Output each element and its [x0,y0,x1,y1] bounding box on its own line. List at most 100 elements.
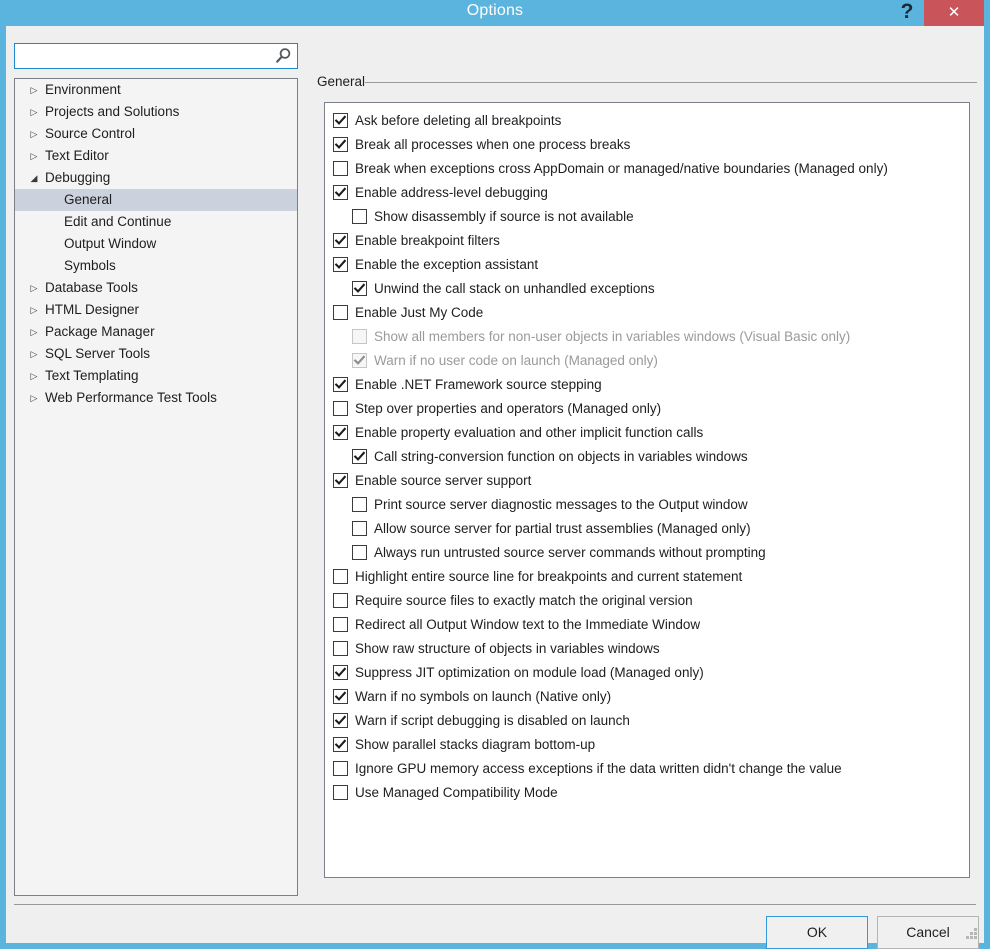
option-label: Break all processes when one process bre… [325,133,969,157]
checkbox-unchecked[interactable] [333,617,348,632]
checkbox-checked[interactable] [333,425,348,440]
option-row[interactable]: Enable property evaluation and other imp… [325,421,969,445]
option-row[interactable]: Ignore GPU memory access exceptions if t… [325,757,969,781]
option-row[interactable]: Show parallel stacks diagram bottom-up [325,733,969,757]
option-row[interactable]: Warn if no user code on launch (Managed … [325,349,969,373]
checkbox-checked[interactable] [333,713,348,728]
checkbox-unchecked[interactable] [352,497,367,512]
option-label: Enable .NET Framework source stepping [325,373,969,397]
tree-item-label: Edit and Continue [15,211,297,233]
option-row[interactable]: Enable Just My Code [325,301,969,325]
option-row[interactable]: Redirect all Output Window text to the I… [325,613,969,637]
tree-item-text-templating[interactable]: ▷Text Templating [15,365,297,387]
checkbox-checked[interactable] [352,281,367,296]
category-tree[interactable]: ▷Environment▷Projects and Solutions▷Sour… [14,78,298,896]
option-row[interactable]: Show disassembly if source is not availa… [325,205,969,229]
tree-item-edit-and-continue[interactable]: Edit and Continue [15,211,297,233]
option-row[interactable]: Enable the exception assistant [325,253,969,277]
checkbox-unchecked[interactable] [333,785,348,800]
cancel-button[interactable]: Cancel [877,916,979,949]
option-row[interactable]: Call string-conversion function on objec… [325,445,969,469]
chevron-right-icon[interactable]: ▷ [27,343,41,365]
checkbox-unchecked[interactable] [333,761,348,776]
option-row[interactable]: Unwind the call stack on unhandled excep… [325,277,969,301]
checkbox-checked[interactable] [333,185,348,200]
chevron-down-icon[interactable]: ◢ [27,167,41,189]
option-row[interactable]: Always run untrusted source server comma… [325,541,969,565]
option-row[interactable]: Show all members for non-user objects in… [325,325,969,349]
search-box[interactable] [14,43,298,69]
tree-item-database-tools[interactable]: ▷Database Tools [15,277,297,299]
checkbox-unchecked[interactable] [333,593,348,608]
checkbox-checked[interactable] [333,257,348,272]
option-row[interactable]: Use Managed Compatibility Mode [325,781,969,805]
search-icon[interactable] [273,46,293,66]
checkbox-unchecked [352,329,367,344]
option-label: Show all members for non-user objects in… [325,325,969,349]
chevron-right-icon[interactable]: ▷ [27,79,41,101]
chevron-right-icon[interactable]: ▷ [27,101,41,123]
ok-button[interactable]: OK [766,916,868,949]
chevron-right-icon[interactable]: ▷ [27,365,41,387]
tree-item-projects-and-solutions[interactable]: ▷Projects and Solutions [15,101,297,123]
tree-item-source-control[interactable]: ▷Source Control [15,123,297,145]
tree-item-output-window[interactable]: Output Window [15,233,297,255]
checkbox-checked[interactable] [333,689,348,704]
option-row[interactable]: Suppress JIT optimization on module load… [325,661,969,685]
option-row[interactable]: Warn if script debugging is disabled on … [325,709,969,733]
checkbox-checked[interactable] [333,737,348,752]
tree-item-general[interactable]: General [15,189,297,211]
checkbox-unchecked[interactable] [352,545,367,560]
chevron-right-icon[interactable]: ▷ [27,123,41,145]
checkbox-checked[interactable] [333,137,348,152]
chevron-right-icon[interactable]: ▷ [27,387,41,409]
tree-item-environment[interactable]: ▷Environment [15,79,297,101]
chevron-right-icon[interactable]: ▷ [27,299,41,321]
option-row[interactable]: Warn if no symbols on launch (Native onl… [325,685,969,709]
checkbox-checked[interactable] [352,449,367,464]
tree-item-web-performance-test-tools[interactable]: ▷Web Performance Test Tools [15,387,297,409]
chevron-right-icon[interactable]: ▷ [27,145,41,167]
search-input[interactable] [15,44,271,68]
title-bar: Options ? ✕ [6,0,984,26]
chevron-right-icon[interactable]: ▷ [27,321,41,343]
checkbox-unchecked[interactable] [333,161,348,176]
tree-item-debugging[interactable]: ◢Debugging [15,167,297,189]
tree-item-package-manager[interactable]: ▷Package Manager [15,321,297,343]
tree-item-label: Package Manager [15,321,297,343]
checkbox-unchecked[interactable] [333,641,348,656]
option-row[interactable]: Enable source server support [325,469,969,493]
tree-item-html-designer[interactable]: ▷HTML Designer [15,299,297,321]
tree-item-symbols[interactable]: Symbols [15,255,297,277]
option-row[interactable]: Enable .NET Framework source stepping [325,373,969,397]
checkbox-unchecked[interactable] [352,209,367,224]
tree-item-text-editor[interactable]: ▷Text Editor [15,145,297,167]
checkbox-unchecked[interactable] [333,569,348,584]
checkbox-checked[interactable] [333,377,348,392]
options-list[interactable]: Ask before deleting all breakpointsBreak… [324,102,970,878]
option-row[interactable]: Break when exceptions cross AppDomain or… [325,157,969,181]
checkbox-unchecked[interactable] [333,401,348,416]
checkbox-unchecked[interactable] [333,305,348,320]
close-button[interactable]: ✕ [924,0,984,26]
option-row[interactable]: Step over properties and operators (Mana… [325,397,969,421]
option-row[interactable]: Break all processes when one process bre… [325,133,969,157]
option-label: Warn if script debugging is disabled on … [325,709,969,733]
tree-item-sql-server-tools[interactable]: ▷SQL Server Tools [15,343,297,365]
option-row[interactable]: Enable breakpoint filters [325,229,969,253]
checkbox-unchecked[interactable] [352,521,367,536]
help-button[interactable]: ? [894,0,920,26]
checkbox-checked[interactable] [333,113,348,128]
checkbox-checked[interactable] [333,233,348,248]
option-row[interactable]: Show raw structure of objects in variabl… [325,637,969,661]
checkbox-checked[interactable] [333,665,348,680]
resize-grip[interactable] [966,927,978,939]
option-row[interactable]: Require source files to exactly match th… [325,589,969,613]
chevron-right-icon[interactable]: ▷ [27,277,41,299]
option-row[interactable]: Print source server diagnostic messages … [325,493,969,517]
option-row[interactable]: Allow source server for partial trust as… [325,517,969,541]
option-row[interactable]: Ask before deleting all breakpoints [325,109,969,133]
option-row[interactable]: Highlight entire source line for breakpo… [325,565,969,589]
checkbox-checked[interactable] [333,473,348,488]
option-row[interactable]: Enable address-level debugging [325,181,969,205]
